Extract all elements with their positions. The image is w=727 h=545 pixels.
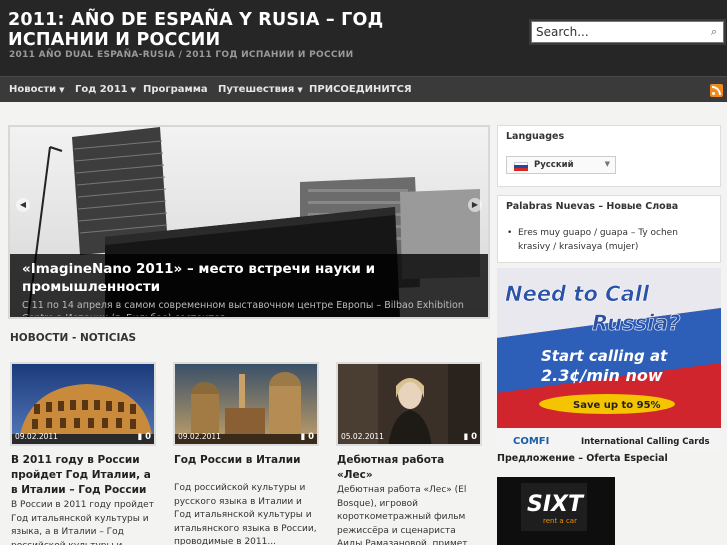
search-input[interactable]: Search...: [536, 25, 589, 39]
rss-icon[interactable]: [710, 84, 723, 97]
offer-title: Предложение – Oferta Especial: [497, 453, 668, 464]
comment-count[interactable]: ▮ 0: [300, 432, 314, 442]
sixt-brand: SIXT: [527, 492, 585, 517]
comment-count[interactable]: ▮ 0: [137, 432, 151, 442]
languages-widget: Languages Русский ▼: [497, 125, 721, 187]
nav-item-label: Путешествия: [218, 84, 295, 95]
news-date: 09.02.2011: [178, 432, 221, 441]
ad-brand: COMFI: [513, 436, 549, 447]
chevron-down-icon: ▼: [297, 86, 303, 94]
sixt-ad[interactable]: SIXT rent a car: [497, 477, 615, 545]
ad-badge: Save up to 95%: [573, 400, 661, 411]
slide-excerpt: С 11 по 14 апреля в самом современном вы…: [22, 300, 464, 316]
ad-line-3: Start calling at: [541, 347, 668, 365]
chevron-down-icon: ▼: [604, 160, 610, 168]
comment-count-value: 0: [471, 432, 477, 442]
news-thumbnail[interactable]: 09.02.2011 ▮ 0: [10, 362, 156, 446]
search-icon[interactable]: ⌕: [711, 25, 717, 39]
ad-line-4: 2.3¢/min now: [541, 366, 663, 385]
calling-card-ad[interactable]: Need to Call Russia? Start calling at 2.…: [497, 268, 721, 452]
nav-item-label: ПРИСОЕДИНИТСЯ: [309, 84, 412, 95]
comment-icon: ▮: [137, 432, 146, 442]
ad-banner-image: Need to Call Russia? Start calling at 2.…: [497, 268, 721, 452]
news-title[interactable]: Год России в Италии: [174, 453, 319, 468]
russia-flag-icon: [514, 162, 528, 171]
slider-next-icon[interactable]: ▶: [468, 198, 482, 212]
comment-count-value: 0: [145, 432, 151, 442]
main-nav: Новости ▼ Год 2011 ▼ Программа Путешествия…: [0, 76, 727, 102]
slider-prev-icon[interactable]: ◀: [16, 198, 30, 212]
chevron-down-icon: ▼: [130, 86, 137, 94]
new-words-widget: Palabras Nuevas – Новые Слова Eres muy g…: [497, 195, 721, 263]
comment-count[interactable]: ▮ 0: [463, 432, 477, 442]
ad-footer: International Calling Cards: [581, 437, 710, 447]
nav-item-year-2011[interactable]: Год 2011 ▼: [75, 84, 136, 95]
slide-caption: «ImagineNano 2011» – место встречи науки…: [10, 254, 488, 317]
featured-slider[interactable]: ◀ ▶ «ImagineNano 2011» – место встречи н…: [8, 125, 490, 319]
news-excerpt: Год российской культуры и русского языка…: [174, 483, 317, 545]
language-select[interactable]: Русский ▼: [506, 156, 616, 174]
list-item: Eres muy guapo / guapa – Ty ochen krasiv…: [506, 227, 711, 254]
news-date: 09.02.2011: [15, 432, 58, 441]
chevron-down-icon: ▼: [59, 86, 65, 94]
news-thumbnail[interactable]: 05.02.2011 ▮ 0: [336, 362, 482, 446]
site-description: 2011 AÑO DUAL ESPAÑA-RUSIA / 2011 ГОД ИС…: [9, 50, 354, 60]
ad-line-2: Russia?: [592, 311, 681, 335]
news-thumbnail[interactable]: 09.02.2011 ▮ 0: [173, 362, 319, 446]
nav-item-label: Год 2011: [75, 84, 128, 95]
search-box[interactable]: Search... ⌕: [531, 21, 724, 43]
site-title[interactable]: 2011: AÑO DE ESPAÑA Y RUSIA – ГОД ИСПАНИ…: [8, 10, 428, 50]
news-title[interactable]: Дебютная работа «Лес»: [337, 453, 482, 483]
site-header: 2011: AÑO DE ESPAÑA Y RUSIA – ГОД ИСПАНИ…: [0, 0, 727, 76]
widget-title: Palabras Nuevas – Новые Слова: [506, 201, 679, 212]
comment-icon: ▮: [300, 432, 309, 442]
nav-item-news[interactable]: Новости ▼: [9, 84, 65, 95]
sixt-tag: rent a car: [543, 517, 577, 525]
ad-line-1: Need to Call: [505, 282, 650, 306]
nav-item-program[interactable]: Программа: [143, 84, 208, 95]
news-heading: НОВОСТИ - NOTICIAS: [10, 332, 137, 344]
nav-item-label: Новости: [9, 84, 57, 95]
news-date: 05.02.2011: [341, 432, 384, 441]
nav-item-label: Программа: [143, 84, 208, 95]
language-select-value: Русский: [534, 160, 574, 170]
comment-icon: ▮: [463, 432, 472, 442]
news-excerpt: В России в 2011 году пройдет Год итальян…: [11, 500, 154, 545]
slide-title[interactable]: «ImagineNano 2011» – место встречи науки…: [22, 260, 442, 296]
news-title[interactable]: В 2011 году в России пройдет Год Италии,…: [11, 453, 156, 498]
news-excerpt: Дебютная работа «Лес» (El Bosque), игров…: [337, 485, 468, 545]
comment-count-value: 0: [308, 432, 314, 442]
nav-item-travel[interactable]: Путешествия ▼: [218, 84, 303, 95]
sixt-logo: SIXT rent a car: [497, 477, 615, 545]
nav-item-join[interactable]: ПРИСОЕДИНИТСЯ: [309, 84, 412, 95]
widget-title: Languages: [506, 131, 565, 142]
